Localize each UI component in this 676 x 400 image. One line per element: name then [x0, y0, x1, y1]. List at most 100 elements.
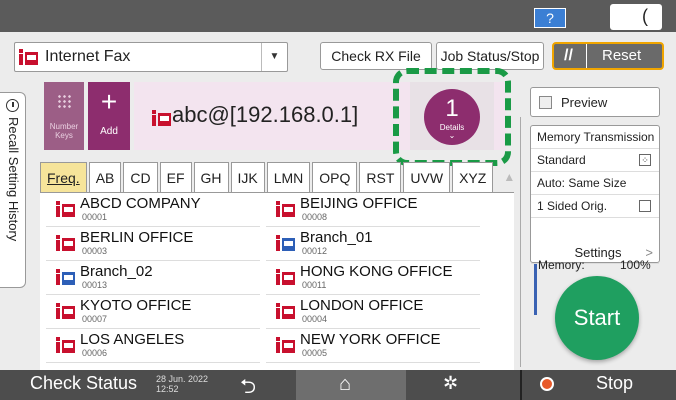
sided-label: 1 Sided Orig. — [537, 199, 608, 213]
help-button[interactable]: ? — [534, 8, 566, 28]
tab-ef[interactable]: EF — [159, 162, 192, 192]
date-text: 28 Jun. 2022 — [156, 374, 209, 384]
memory-label: Memory: — [538, 258, 585, 272]
tab-lmn[interactable]: LMN — [266, 162, 311, 192]
entry-name: BEIJING OFFICE — [300, 195, 418, 212]
number-keys-button[interactable]: Number Keys — [44, 82, 84, 150]
scan-size-option[interactable]: Auto: Same Size — [531, 172, 659, 195]
address-book-tabs: Freq. AB CD EF GH IJK LMN OPQ RST UVW XY… — [40, 162, 523, 192]
fax-icon — [276, 303, 296, 319]
moon-icon: ( — [642, 6, 648, 26]
list-item[interactable]: LOS ANGELES 00006 — [46, 329, 260, 363]
reset-label: Reset — [602, 47, 642, 64]
destination-address: abc@[192.168.0.1] — [172, 102, 359, 127]
entry-number: 00007 — [82, 314, 108, 324]
list-item[interactable]: Branch_01 00012 — [266, 227, 480, 261]
home-button[interactable]: ⌂ — [296, 370, 406, 400]
start-button[interactable]: Start — [555, 276, 639, 360]
keypad-icon — [57, 94, 71, 108]
recall-setting-history-tab[interactable]: Recall Setting History — [0, 92, 26, 288]
entry-name: BERLIN OFFICE — [80, 229, 194, 246]
entry-number: 00005 — [302, 348, 328, 358]
tab-opq[interactable]: OPQ — [312, 162, 358, 192]
fax-icon — [56, 337, 76, 353]
panel-divider — [520, 117, 521, 367]
memory-indicator: Memory: 100% — [538, 258, 651, 272]
entry-name: KYOTO OFFICE — [80, 297, 192, 314]
group-icon — [276, 235, 296, 251]
check-rx-file-button[interactable]: Check RX File — [320, 42, 432, 70]
add-button[interactable]: + Add — [88, 82, 130, 150]
entry-number: 00001 — [82, 212, 108, 222]
number-keys-label: Number Keys — [49, 122, 79, 140]
entry-number: 00004 — [302, 314, 328, 324]
entry-name: NEW YORK OFFICE — [300, 331, 441, 348]
entry-name: LOS ANGELES — [80, 331, 185, 348]
sided-option[interactable]: 1 Sided Orig. — [531, 195, 659, 218]
tab-gh[interactable]: GH — [193, 162, 229, 192]
entry-name: ABCD COMPANY — [80, 195, 201, 212]
tab-ab[interactable]: AB — [88, 162, 122, 192]
top-bar: ? ( — [0, 0, 676, 32]
resolution-option[interactable]: Standard ⁘ — [531, 149, 659, 172]
bottom-bar: Check Status 28 Jun. 2022 12:52 ⮌ ⌂ ✲ St… — [0, 370, 676, 400]
reset-icon: // — [564, 47, 573, 64]
dropdown-arrow-icon[interactable]: ▼ — [261, 43, 287, 71]
address-list: ABCD COMPANY 00001 BEIJING OFFICE 00008 … — [40, 192, 537, 370]
tab-cd[interactable]: CD — [123, 162, 158, 192]
list-item[interactable]: HONG KONG OFFICE 00011 — [266, 261, 480, 295]
tab-ijk[interactable]: IJK — [230, 162, 265, 192]
memory-value: 100% — [620, 258, 651, 272]
list-item[interactable]: ABCD COMPANY 00001 — [46, 193, 260, 227]
entry-name: Branch_02 — [80, 263, 153, 280]
tab-rst[interactable]: RST — [359, 162, 402, 192]
tab-xyz[interactable]: XYZ — [452, 162, 494, 192]
recall-tab-label: Recall Setting History — [6, 117, 21, 242]
memory-transmission-option[interactable]: Memory Transmission — [531, 126, 659, 149]
entry-name: LONDON OFFICE — [300, 297, 424, 314]
gear-icon[interactable]: ✲ — [443, 373, 458, 394]
list-item[interactable]: LONDON OFFICE 00004 — [266, 295, 480, 329]
reset-button[interactable]: // Reset — [552, 42, 664, 70]
list-item[interactable]: KYOTO OFFICE 00007 — [46, 295, 260, 329]
fax-icon — [276, 201, 296, 217]
preview-checkbox[interactable] — [539, 96, 552, 109]
entry-number: 00008 — [302, 212, 328, 222]
details-highlight-frame — [393, 68, 511, 166]
fax-icon — [19, 49, 39, 65]
entry-number: 00012 — [302, 246, 328, 256]
fax-icon — [56, 201, 76, 217]
stop-button[interactable]: Stop — [596, 373, 633, 394]
preview-label: Preview — [561, 95, 608, 110]
list-item[interactable]: NEW YORK OFFICE 00005 — [266, 329, 480, 363]
settings-summary: Memory Transmission Standard ⁘ Auto: Sam… — [530, 125, 660, 264]
fax-icon — [276, 337, 296, 353]
tab-uvw[interactable]: UVW — [403, 162, 451, 192]
entry-name: Branch_01 — [300, 229, 373, 246]
fax-icon — [56, 303, 76, 319]
home-icon: ⌂ — [339, 373, 352, 395]
preview-toggle[interactable]: Preview — [530, 87, 660, 117]
entry-number: 00011 — [302, 280, 327, 290]
fax-icon — [152, 110, 172, 126]
stop-separator — [520, 370, 522, 400]
list-item[interactable]: BEIJING OFFICE 00008 — [266, 193, 480, 227]
fax-icon — [56, 235, 76, 251]
right-panel: Preview Memory Transmission Standard ⁘ A… — [530, 87, 660, 264]
job-status-stop-button[interactable]: Job Status/Stop — [436, 42, 544, 70]
resolution-icon: ⁘ — [639, 154, 651, 166]
list-item[interactable]: Branch_02 00013 — [46, 261, 260, 295]
function-select[interactable]: Internet Fax ▼ — [14, 42, 288, 72]
stop-icon[interactable] — [540, 377, 554, 391]
entry-name: HONG KONG OFFICE — [300, 263, 453, 280]
tab-freq[interactable]: Freq. — [40, 162, 87, 192]
page-icon — [639, 200, 651, 212]
function-select-value: Internet Fax — [45, 48, 131, 65]
resolution-label: Standard — [537, 153, 586, 167]
entry-number: 00013 — [82, 280, 108, 290]
entry-number: 00006 — [82, 348, 108, 358]
list-item[interactable]: BERLIN OFFICE 00003 — [46, 227, 260, 261]
energy-saver-button[interactable]: ( — [610, 4, 662, 30]
check-status-button[interactable]: Check Status — [30, 373, 137, 394]
back-icon[interactable]: ⮌ — [240, 372, 256, 400]
